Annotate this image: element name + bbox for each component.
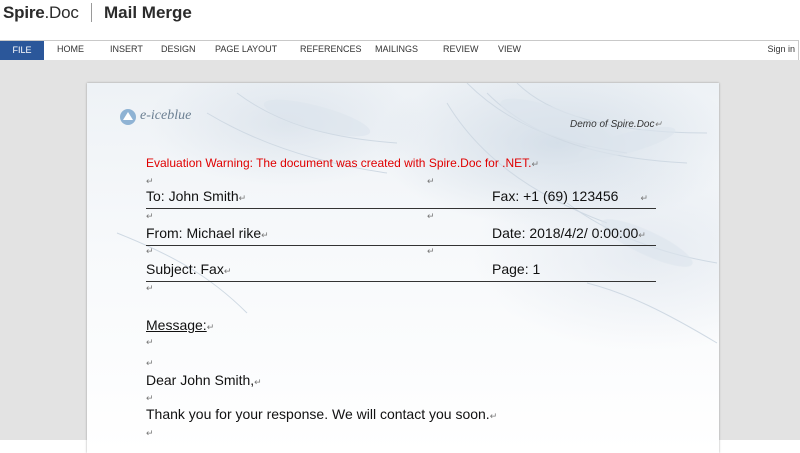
page-field: Page: 1 [492,261,541,277]
divider-line [146,281,656,282]
tab-file[interactable]: FILE [0,41,44,60]
body-line: Thank you for your response. We will con… [146,406,498,422]
brand-logo: Spire.Doc [3,3,79,23]
paragraph-mark: ↵ [146,176,154,186]
tab-mailings[interactable]: MAILINGS [375,44,418,54]
from-date-row: From: Michael rike↵ Date: 2018/4/2/ 0:00… [146,225,656,241]
brand-main: Spire [3,3,45,22]
tab-home[interactable]: HOME [57,44,84,54]
document-page[interactable]: e-iceblue Demo of Spire.Doc↵ Evaluation … [87,83,719,453]
tab-insert[interactable]: INSERT [110,44,143,54]
logo-text: e-iceblue [140,108,192,123]
paragraph-mark: ↵ [146,393,154,403]
tab-page-layout[interactable]: PAGE LAYOUT [215,44,277,54]
date-field: Date: 2018/4/2/ 0:00:00↵ [492,225,646,241]
tab-view[interactable]: VIEW [498,44,521,54]
paragraph-mark: ↵ [146,246,154,256]
to-field: To: John Smith↵ [146,188,247,204]
title-bar: Spire.Doc Mail Merge [0,0,800,28]
paragraph-mark: ↵ [427,176,435,186]
evaluation-warning: Evaluation Warning: The document was cre… [146,156,540,170]
divider-line [146,208,656,209]
tab-references[interactable]: REFERENCES [300,44,362,54]
paragraph-mark: ↵ [146,358,154,368]
fax-field: Fax: +1 (69) 123456 ↵ [492,188,649,204]
to-fax-row: To: John Smith↵ Fax: +1 (69) 123456 ↵ [146,188,656,204]
paragraph-mark: ↵ [427,211,435,221]
ribbon-tabs: FILE HOME INSERT DESIGN PAGE LAYOUT REFE… [0,40,799,60]
divider-line [146,245,656,246]
from-field: From: Michael rike↵ [146,225,269,241]
paragraph-mark: ↵ [427,246,435,256]
brand-sub: .Doc [44,3,79,22]
paragraph-mark: ↵ [146,428,154,438]
tab-design[interactable]: DESIGN [161,44,196,54]
greeting-line: Dear John Smith,↵ [146,372,262,388]
demo-label: Demo of Spire.Doc↵ [570,119,663,130]
paragraph-mark: ↵ [146,211,154,221]
title-divider [91,3,92,22]
message-label: Message:↵ [146,317,215,333]
subject-page-row: Subject: Fax↵ Page: 1 [146,261,656,277]
app-title: Mail Merge [104,3,192,22]
paragraph-mark: ↵ [146,283,154,293]
tab-review[interactable]: REVIEW [443,44,479,54]
subject-field: Subject: Fax↵ [146,261,232,277]
paragraph-mark: ↵ [146,337,154,347]
sign-in-link[interactable]: Sign in [767,44,795,54]
e-iceblue-logo-icon [120,109,136,125]
